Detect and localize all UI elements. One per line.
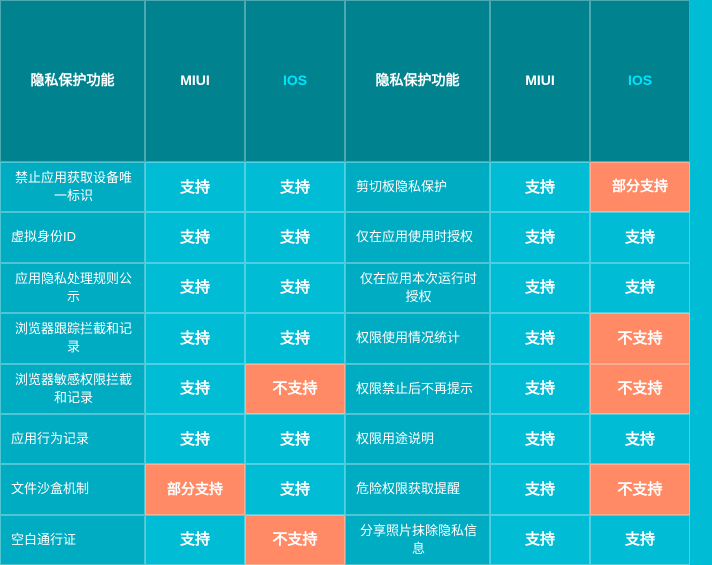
header-col3: IOS xyxy=(245,0,345,162)
row-7-ios1: 不支持 xyxy=(245,515,345,565)
row-3-feat2: 权限使用情况统计 xyxy=(345,313,490,363)
row-2-miui1: 支持 xyxy=(145,263,245,313)
row-7-ios2: 支持 xyxy=(590,515,690,565)
row-3-miui1: 支持 xyxy=(145,313,245,363)
row-4-miui1: 支持 xyxy=(145,364,245,414)
row-5-miui2: 支持 xyxy=(490,414,590,464)
row-3-feat1: 浏览器跟踪拦截和记录 xyxy=(0,313,145,363)
row-4-ios2: 不支持 xyxy=(590,364,690,414)
row-6-miui1: 部分支持 xyxy=(145,464,245,514)
row-1-miui2: 支持 xyxy=(490,212,590,262)
row-5-ios1: 支持 xyxy=(245,414,345,464)
header-col4: 隐私保护功能 xyxy=(345,0,490,162)
row-7-feat2: 分享照片抹除隐私信息 xyxy=(345,515,490,565)
row-4-ios1: 不支持 xyxy=(245,364,345,414)
row-5-ios2: 支持 xyxy=(590,414,690,464)
row-4-feat1: 浏览器敏感权限拦截和记录 xyxy=(0,364,145,414)
row-7-miui1: 支持 xyxy=(145,515,245,565)
row-2-ios1: 支持 xyxy=(245,263,345,313)
row-0-ios2: 部分支持 xyxy=(590,162,690,212)
row-0-ios1: 支持 xyxy=(245,162,345,212)
row-6-feat2: 危险权限获取提醒 xyxy=(345,464,490,514)
header-col1: 隐私保护功能 xyxy=(0,0,145,162)
row-3-ios1: 支持 xyxy=(245,313,345,363)
row-0-feat1: 禁止应用获取设备唯一标识 xyxy=(0,162,145,212)
row-1-miui1: 支持 xyxy=(145,212,245,262)
row-2-feat1: 应用隐私处理规则公示 xyxy=(0,263,145,313)
row-6-miui2: 支持 xyxy=(490,464,590,514)
row-1-feat1: 虚拟身份ID xyxy=(0,212,145,262)
row-6-ios2: 不支持 xyxy=(590,464,690,514)
row-1-ios2: 支持 xyxy=(590,212,690,262)
row-4-miui2: 支持 xyxy=(490,364,590,414)
table-grid: 隐私保护功能 MIUI IOS 隐私保护功能 MIUI IOS xyxy=(0,0,712,162)
row-2-feat2: 仅在应用本次运行时授权 xyxy=(345,263,490,313)
row-3-miui2: 支持 xyxy=(490,313,590,363)
row-0-miui2: 支持 xyxy=(490,162,590,212)
row-7-miui2: 支持 xyxy=(490,515,590,565)
row-5-miui1: 支持 xyxy=(145,414,245,464)
header-col2: MIUI xyxy=(145,0,245,162)
comparison-table: 隐私保护功能 MIUI IOS 隐私保护功能 MIUI IOS 禁止应用获取设备… xyxy=(0,0,712,565)
row-1-feat2: 仅在应用使用时授权 xyxy=(345,212,490,262)
row-0-miui1: 支持 xyxy=(145,162,245,212)
row-4-feat2: 权限禁止后不再提示 xyxy=(345,364,490,414)
row-5-feat2: 权限用途说明 xyxy=(345,414,490,464)
row-2-miui2: 支持 xyxy=(490,263,590,313)
row-7-feat1: 空白通行证 xyxy=(0,515,145,565)
row-6-feat1: 文件沙盒机制 xyxy=(0,464,145,514)
header-col6: IOS xyxy=(590,0,690,162)
data-rows: 禁止应用获取设备唯一标识支持支持剪切板隐私保护支持部分支持虚拟身份ID支持支持仅… xyxy=(0,162,712,565)
row-1-ios1: 支持 xyxy=(245,212,345,262)
row-5-feat1: 应用行为记录 xyxy=(0,414,145,464)
row-3-ios2: 不支持 xyxy=(590,313,690,363)
header-col5: MIUI xyxy=(490,0,590,162)
row-2-ios2: 支持 xyxy=(590,263,690,313)
row-0-feat2: 剪切板隐私保护 xyxy=(345,162,490,212)
row-6-ios1: 支持 xyxy=(245,464,345,514)
